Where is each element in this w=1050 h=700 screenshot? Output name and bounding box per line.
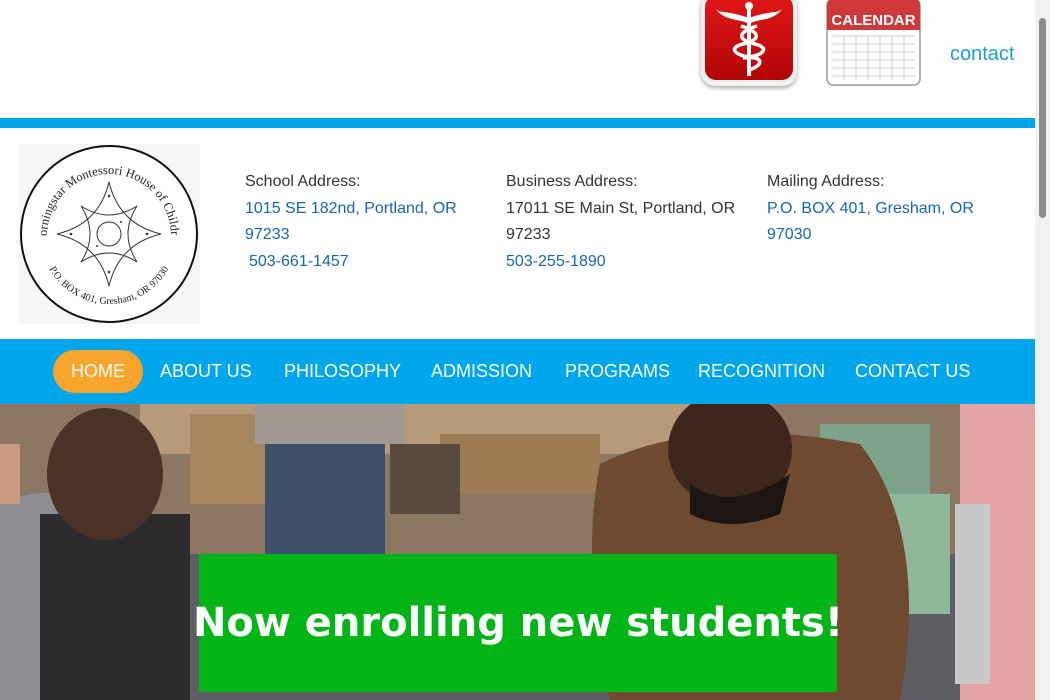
caduceus-symbol <box>715 2 783 76</box>
page-scrollbar[interactable] <box>1035 0 1050 700</box>
top-bar: CALENDAR contact <box>0 0 1035 118</box>
page: CALENDAR contact orningstar Montessori H… <box>0 0 1035 700</box>
logo-seal: Morningstar Montessori House of Children… <box>13 133 198 323</box>
contact-link[interactable]: contact <box>950 43 1014 66</box>
calendar-icon[interactable]: CALENDAR <box>826 0 921 86</box>
mailing-address: Mailing Address: P.O. BOX 401, Gresham, … <box>767 169 1007 249</box>
nav-recognition[interactable]: RECOGNITION <box>698 350 825 393</box>
business-address-label: Business Address: <box>506 173 638 190</box>
business-address-line: 17011 SE Main St, Portland, OR 97233 <box>506 199 736 244</box>
nav-home[interactable]: HOME <box>53 350 143 393</box>
nav-admission[interactable]: ADMISSION <box>431 350 532 393</box>
calendar-label: CALENDAR <box>831 12 915 29</box>
enrollment-banner[interactable]: Now enrolling new students! <box>193 554 843 692</box>
school-logo[interactable]: Morningstar Montessori House of Children… <box>13 133 200 324</box>
nav-about-us[interactable]: ABOUT US <box>160 350 252 393</box>
calendar-graphic: CALENDAR <box>826 0 921 86</box>
site-header: Morningstar Montessori House of Children… <box>0 128 1035 339</box>
caduceus-icon-tile <box>705 0 793 80</box>
school-address-link[interactable]: 1015 SE 182nd, Portland, OR 97233 <box>245 196 485 249</box>
header-divider <box>0 118 1035 128</box>
hero-slider[interactable]: Now enrolling new students! <box>0 404 1035 700</box>
mailing-address-link[interactable]: P.O. BOX 401, Gresham, OR 97030 <box>767 196 1007 249</box>
business-phone-link[interactable]: 503-255-1890 <box>506 249 751 276</box>
nav-philosophy[interactable]: PHILOSOPHY <box>284 350 401 393</box>
enrollment-banner-text: Now enrolling new students! <box>192 600 844 646</box>
school-address: School Address: 1015 SE 182nd, Portland,… <box>245 169 485 275</box>
nav-contact-us[interactable]: CONTACT US <box>855 350 970 393</box>
business-address: Business Address: 17011 SE Main St, Port… <box>506 169 751 275</box>
caduceus-icon[interactable] <box>701 0 797 86</box>
nav-programs[interactable]: PROGRAMS <box>565 350 670 393</box>
school-address-label: School Address: <box>245 173 361 190</box>
scrollbar-thumb[interactable] <box>1039 18 1046 218</box>
main-nav: HOME ABOUT US PHILOSOPHY ADMISSION PROGR… <box>0 339 1035 404</box>
school-phone-link[interactable]: 503-661-1457 <box>245 249 485 276</box>
mailing-address-label: Mailing Address: <box>767 173 885 190</box>
